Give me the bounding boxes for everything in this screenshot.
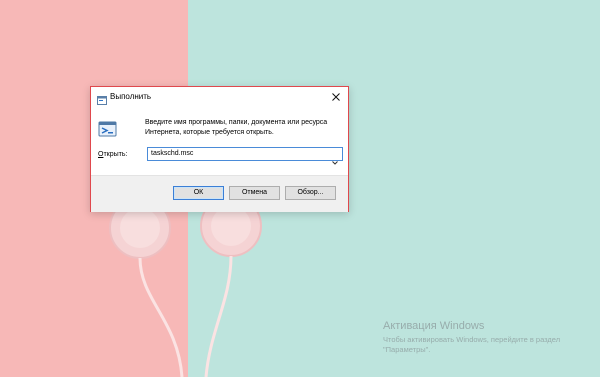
- run-icon: [97, 92, 107, 105]
- activation-watermark: Активация Windows Чтобы активировать Win…: [383, 320, 583, 355]
- run-dialog: Выполнить Введите имя программы, папки, …: [90, 86, 349, 212]
- dialog-title: Выполнить: [110, 92, 152, 101]
- dialog-description: Введите имя программы, папки, документа …: [145, 119, 328, 136]
- browse-button[interactable]: Обзор...: [285, 186, 336, 200]
- close-button[interactable]: [324, 87, 348, 107]
- chevron-down-icon[interactable]: [332, 152, 338, 170]
- close-icon: [332, 93, 340, 101]
- run-dialog-icon: [98, 121, 118, 139]
- open-input-value[interactable]: taskschd.msc: [151, 150, 193, 157]
- ok-button[interactable]: ОК: [173, 186, 224, 200]
- dialog-titlebar[interactable]: Выполнить: [91, 87, 348, 107]
- dialog-footer: ОК Отмена Обзор...: [91, 175, 348, 212]
- watermark-title: Активация Windows: [383, 320, 485, 332]
- open-label-text: ткрыть:: [103, 151, 128, 158]
- cancel-button[interactable]: Отмена: [229, 186, 280, 200]
- desktop: Выполнить Введите имя программы, папки, …: [0, 0, 600, 377]
- open-combobox[interactable]: taskschd.msc: [147, 147, 343, 165]
- watermark-subtitle: Чтобы активировать Windows, перейдите в …: [383, 335, 561, 354]
- open-label: Открыть:: [98, 151, 127, 158]
